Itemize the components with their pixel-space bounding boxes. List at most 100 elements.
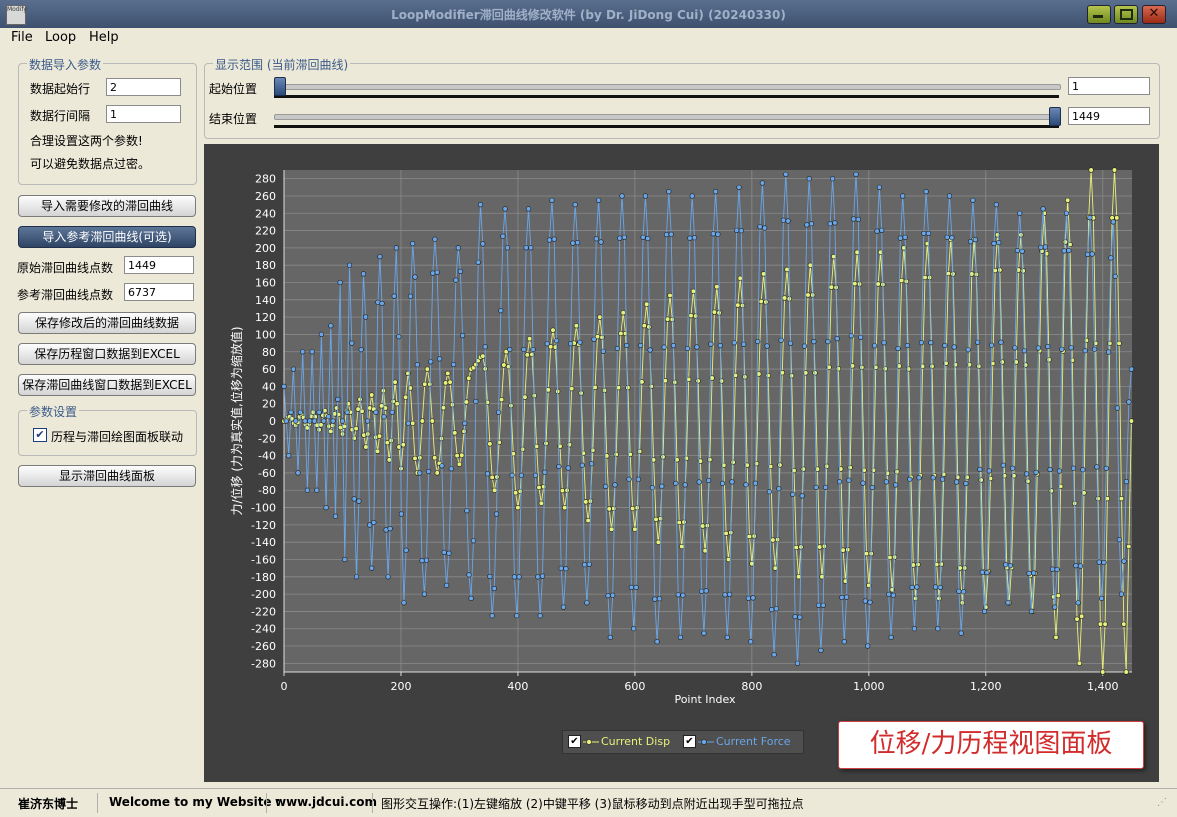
force-data-point[interactable] [482,344,488,350]
force-data-point[interactable] [680,592,686,598]
disp-data-point[interactable] [456,461,462,467]
disp-data-point[interactable] [859,364,865,370]
force-data-point[interactable] [1026,570,1032,577]
disp-data-point[interactable] [742,374,748,380]
disp-data-point[interactable] [1043,251,1050,257]
force-data-point[interactable] [556,463,562,470]
force-data-point[interactable] [762,225,768,231]
disp-data-point[interactable] [515,505,521,511]
force-data-point[interactable] [895,345,901,352]
disp-data-point[interactable] [606,506,612,512]
disp-data-point[interactable] [660,454,666,460]
force-data-point[interactable] [832,220,838,226]
force-data-point[interactable] [281,383,287,389]
force-data-point[interactable] [935,626,941,632]
disp-data-point[interactable] [369,392,375,398]
disp-data-point[interactable] [683,455,690,461]
force-data-point[interactable] [722,592,728,598]
force-data-point[interactable] [444,582,450,589]
force-data-point[interactable] [953,479,960,485]
force-data-point[interactable] [353,574,360,580]
force-data-point[interactable] [687,235,693,241]
force-data-point[interactable] [457,268,463,274]
disp-data-point[interactable] [375,448,381,454]
force-data-point[interactable] [872,343,878,349]
disp-data-point[interactable] [718,378,725,384]
force-data-point[interactable] [549,197,555,203]
force-data-point[interactable] [822,484,829,491]
force-data-point[interactable] [575,239,581,246]
force-data-point[interactable] [591,336,597,342]
force-data-point[interactable] [965,347,971,353]
force-data-point[interactable] [371,519,377,526]
force-data-point[interactable] [398,511,404,517]
force-data-point[interactable] [446,550,452,556]
disp-data-point[interactable] [363,444,369,450]
force-data-point[interactable] [974,339,981,345]
force-legend-checkbox[interactable]: ✔ [683,735,696,748]
force-data-point[interactable] [563,566,569,572]
force-data-point[interactable] [862,598,868,604]
force-data-point[interactable] [369,565,375,571]
force-data-point[interactable] [484,471,491,477]
disp-data-point[interactable] [1100,669,1106,675]
force-data-point[interactable] [434,269,440,275]
disp-data-point[interactable] [559,488,566,494]
force-data-point[interactable] [466,572,472,578]
force-data-point[interactable] [886,591,892,598]
force-data-point[interactable] [986,468,992,474]
force-data-point[interactable] [1017,210,1023,216]
disp-data-point[interactable] [1055,593,1061,599]
force-data-point[interactable] [993,201,999,208]
force-data-point[interactable] [741,341,747,347]
disp-data-point[interactable] [1025,478,1031,484]
save-loop-excel-button[interactable]: 保存滞回曲线窗口数据到EXCEL [18,374,196,396]
force-data-point[interactable] [677,634,684,641]
force-data-point[interactable] [991,240,997,247]
disp-data-point[interactable] [952,362,959,368]
force-data-point[interactable] [801,343,808,349]
disp-data-point[interactable] [976,363,982,369]
disp-data-point[interactable] [454,453,460,459]
force-data-point[interactable] [654,639,660,645]
force-data-point[interactable] [656,596,663,602]
force-data-point[interactable] [766,489,773,495]
force-data-point[interactable] [1063,210,1070,216]
disp-data-point[interactable] [424,366,430,372]
disp-data-point[interactable] [334,405,340,411]
force-data-point[interactable] [603,483,609,490]
force-data-point[interactable] [610,592,616,598]
force-data-point[interactable] [743,482,749,488]
force-data-point[interactable] [890,592,897,598]
disp-data-point[interactable] [412,455,418,462]
force-data-point[interactable] [937,584,943,591]
disp-data-point[interactable] [711,309,718,315]
force-data-point[interactable] [560,604,567,610]
force-data-point[interactable] [558,565,564,571]
force-data-point[interactable] [565,465,571,471]
force-data-point[interactable] [755,338,761,345]
force-data-point[interactable] [902,234,908,240]
force-data-point[interactable] [621,234,628,240]
force-data-point[interactable] [663,231,670,238]
disp-data-point[interactable] [667,292,673,299]
disp-data-point[interactable] [461,428,467,435]
force-data-point[interactable] [381,414,387,420]
force-data-point[interactable] [325,414,331,420]
disp-data-point[interactable] [632,526,638,532]
disp-data-point[interactable] [1102,621,1108,627]
force-data-point[interactable] [836,479,843,485]
force-data-point[interactable] [710,231,716,237]
force-data-point[interactable] [304,487,310,493]
force-data-point[interactable] [504,245,511,251]
disp-data-point[interactable] [527,336,533,342]
force-data-point[interactable] [923,188,929,195]
disp-data-point[interactable] [583,499,589,505]
force-data-point[interactable] [393,245,399,251]
force-data-point[interactable] [525,206,532,212]
disp-data-point[interactable] [376,433,383,439]
force-data-point[interactable] [888,634,894,641]
disp-data-point[interactable] [1088,167,1094,173]
force-data-point[interactable] [670,343,677,349]
force-data-point[interactable] [1031,570,1037,576]
